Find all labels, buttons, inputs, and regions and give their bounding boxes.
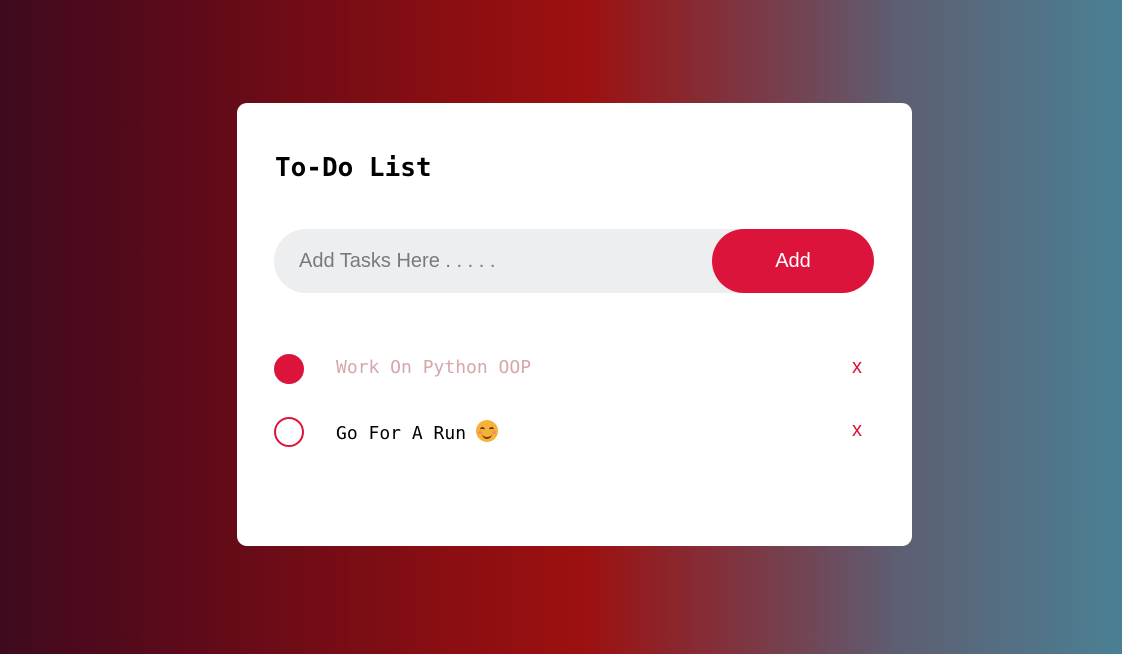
list-item[interactable]: Go For A Run x [274,402,874,465]
task-input[interactable] [274,229,714,293]
smiling-face-icon [476,420,499,442]
task-input-row: Add [274,229,874,293]
todo-card: To-Do List Add Work On Python OOP x Go F… [237,103,912,546]
checked-circle-icon[interactable] [274,354,304,384]
page-title: To-Do List [275,153,432,183]
delete-button[interactable]: x [852,418,862,442]
task-text-wrapper: Go For A Run [336,420,499,444]
delete-button[interactable]: x [852,355,862,379]
list-item[interactable]: Work On Python OOP x [274,339,874,402]
task-text: Go For A Run [336,423,467,444]
task-text: Work On Python OOP [336,357,532,378]
add-button[interactable]: Add [712,229,874,293]
unchecked-circle-icon[interactable] [274,417,304,447]
task-list: Work On Python OOP x Go For A Run x [274,339,874,465]
